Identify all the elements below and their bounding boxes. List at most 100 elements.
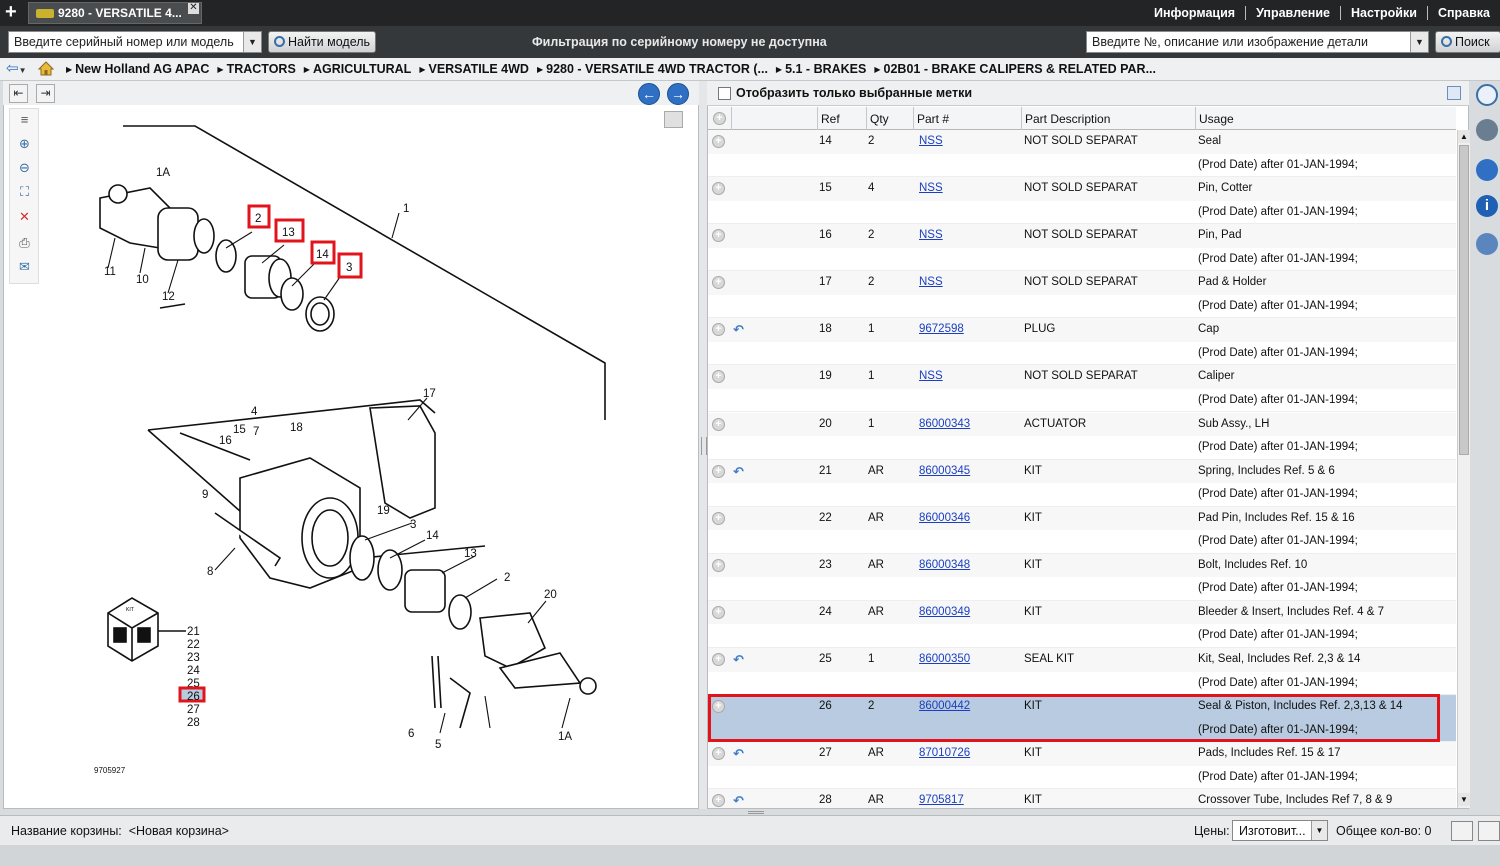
add-to-basket-icon[interactable]: +	[712, 558, 725, 572]
table-row-main[interactable]: +19 1 NSS NOT SOLD SEPARAT Caliper	[708, 365, 1456, 389]
find-model-button[interactable]: Найти модель	[268, 31, 377, 53]
part-number-link[interactable]: 87010726	[919, 747, 970, 759]
callout-label[interactable]: 1A	[558, 731, 572, 743]
column-settings-icon[interactable]	[1447, 86, 1461, 100]
callout-label[interactable]: 4	[251, 406, 258, 418]
add-to-basket-icon[interactable]: +	[712, 135, 725, 148]
add-to-basket-icon[interactable]: +	[712, 182, 725, 196]
add-to-basket-icon[interactable]: +	[712, 370, 725, 384]
callout-label[interactable]: 19	[377, 505, 390, 517]
table-row[interactable]: +24 AR 86000349 KIT Bleeder & Insert, Includ…	[708, 600, 1456, 648]
scroll-down-icon[interactable]: ▼	[1458, 793, 1470, 806]
callout-label[interactable]: 17	[423, 388, 436, 400]
breadcrumb-item[interactable]: AGRICULTURAL	[304, 62, 412, 76]
table-row-detail[interactable]: (Prod Date) after 01-JAN-1994;	[708, 153, 1456, 177]
add-to-basket-icon[interactable]: +	[712, 229, 725, 243]
fit-to-window-icon[interactable]: ⛶	[16, 184, 33, 200]
table-row[interactable]: + ↶ 27 AR 87010726 KIT Pads, Includes Ref. 15 …	[708, 742, 1456, 790]
callout-label[interactable]: 20	[544, 589, 557, 601]
kit-ref[interactable]: 22	[187, 639, 200, 651]
table-row-detail[interactable]: (Prod Date) after 01-JAN-1994;	[708, 200, 1456, 225]
next-diagram-button[interactable]: →	[667, 83, 689, 105]
table-row[interactable]: +20 1 86000343 ACTUATOR Sub Assy., LH (Prod D…	[708, 412, 1456, 460]
part-number-link[interactable]: 86000349	[919, 606, 970, 618]
kit-ref[interactable]: 28	[187, 717, 200, 729]
breadcrumb-item[interactable]: VERSATILE 4WD	[419, 62, 529, 76]
callout-label[interactable]: 12	[162, 291, 175, 303]
table-row[interactable]: + ↶ 21 AR 86000345 KIT Spring, Includes Ref. 5…	[708, 459, 1456, 507]
callout-label[interactable]: 13	[464, 548, 477, 560]
menu-settings[interactable]: Настройки	[1341, 6, 1427, 20]
column-header-part[interactable]: Part #	[913, 107, 1021, 130]
add-to-basket-icon[interactable]: +	[712, 511, 725, 525]
add-to-basket-icon[interactable]: +	[712, 417, 725, 431]
window-restore-icon[interactable]	[1451, 821, 1473, 841]
add-to-basket-icon[interactable]: +	[712, 323, 725, 337]
part-number-link[interactable]: 9705817	[919, 794, 964, 806]
add-to-basket-icon[interactable]: +	[712, 747, 725, 761]
part-number-link[interactable]: NSS	[919, 182, 943, 194]
add-to-basket-icon[interactable]: +	[712, 605, 725, 619]
table-row[interactable]: +19 1 NSS NOT SOLD SEPARAT Caliper (Prod Date…	[708, 365, 1456, 413]
price-select[interactable]: Изготовит... ▼	[1232, 820, 1328, 841]
search-button[interactable]: Поиск	[1435, 31, 1500, 53]
callout-label[interactable]: 3	[410, 519, 416, 531]
substitution-icon[interactable]: ↶	[733, 464, 744, 480]
window-maximize-icon[interactable]	[1478, 821, 1500, 841]
previous-diagram-button[interactable]: ←	[638, 83, 660, 105]
breadcrumb-item[interactable]: 9280 - VERSATILE 4WD TRACTOR (...	[537, 62, 768, 76]
add-all-icon[interactable]: +	[713, 112, 726, 125]
serial-input[interactable]: Введите серийный номер или модель ▼	[8, 31, 262, 53]
pane-splitter[interactable]	[699, 81, 707, 809]
callout-label-highlighted[interactable]: 2	[255, 213, 261, 225]
magnifier-icon[interactable]	[1476, 84, 1498, 106]
callout-label[interactable]: 10	[136, 274, 149, 286]
part-number-link[interactable]: 86000350	[919, 653, 970, 665]
callout-label[interactable]: 1	[403, 203, 409, 215]
kit-ref[interactable]: 21	[187, 626, 200, 638]
table-row[interactable]: + ↶ 25 1 86000350 SEAL KIT Kit, Seal, Includes…	[708, 648, 1456, 696]
clear-markers-icon[interactable]: ✕	[16, 209, 33, 225]
table-row-main[interactable]: +22 AR 86000346 KIT Pad Pin, Includes Ref. 1…	[708, 506, 1456, 531]
table-row-detail[interactable]: (Prod Date) after 01-JAN-1994;	[708, 671, 1456, 696]
document-tab[interactable]: 9280 - VERSATILE 4... ✕	[28, 2, 202, 24]
next-page-icon[interactable]: ⇥	[36, 84, 55, 103]
table-row-main[interactable]: +16 2 NSS NOT SOLD SEPARAT Pin, Pad	[708, 224, 1456, 248]
table-row-detail[interactable]: (Prod Date) after 01-JAN-1994;	[708, 294, 1456, 319]
table-row[interactable]: +15 4 NSS NOT SOLD SEPARAT Pin, Cotter (Prod …	[708, 177, 1456, 225]
basket-name[interactable]: <Новая корзина>	[129, 824, 229, 838]
globe-icon[interactable]	[1476, 159, 1498, 181]
part-search-input[interactable]: Введите №, описание или изображение дета…	[1086, 31, 1429, 53]
kit-ref[interactable]: 24	[187, 665, 200, 677]
part-number-link[interactable]: 86000348	[919, 559, 970, 571]
table-row-main[interactable]: +15 4 NSS NOT SOLD SEPARAT Pin, Cotter	[708, 177, 1456, 201]
zoom-in-icon[interactable]: ⊕	[16, 136, 33, 152]
part-number-link[interactable]: NSS	[919, 135, 943, 147]
callout-label[interactable]: 16	[219, 435, 232, 447]
substitution-icon[interactable]: ↶	[733, 793, 744, 808]
callout-label[interactable]: 7	[253, 426, 259, 438]
callout-label[interactable]: 18	[290, 422, 303, 434]
table-row-main[interactable]: + ↶ 28 AR 9705817 KIT Crossover Tube, Includes…	[708, 789, 1456, 808]
table-row-main[interactable]: +17 2 NSS NOT SOLD SEPARAT Pad & Holder	[708, 271, 1456, 295]
add-to-basket-icon[interactable]: +	[712, 653, 725, 667]
exploded-parts-diagram[interactable]: KIT 1A 11 10 12 1 17 4 15 16 7 18 9 19 8…	[40, 108, 690, 798]
add-to-basket-icon[interactable]: +	[712, 464, 725, 478]
callout-label[interactable]: 5	[435, 739, 441, 751]
breadcrumb-item[interactable]: 02B01 - BRAKE CALIPERS & RELATED PAR...	[874, 62, 1156, 76]
callout-label-highlighted[interactable]: 13	[282, 227, 295, 239]
callout-label[interactable]: 2	[504, 572, 510, 584]
table-row-main[interactable]: + ↶ 21 AR 86000345 KIT Spring, Includes Ref. 5…	[708, 459, 1456, 484]
part-number-link[interactable]: 86000345	[919, 465, 970, 477]
back-arrow-icon[interactable]: ⇦▼	[6, 61, 27, 78]
substitution-icon[interactable]: ↶	[733, 746, 744, 762]
table-row[interactable]: + ↶ 18 1 9672598 PLUG Cap (Prod Date) after 01-…	[708, 318, 1456, 366]
callout-label-highlighted[interactable]: 3	[346, 262, 352, 274]
substitution-icon[interactable]: ↶	[733, 322, 744, 338]
table-row-detail[interactable]: (Prod Date) after 01-JAN-1994;	[708, 765, 1456, 790]
table-row[interactable]: +23 AR 86000348 KIT Bolt, Includes Ref. 10 (P…	[708, 553, 1456, 601]
kit-ref-highlighted[interactable]: 26	[187, 691, 200, 703]
kit-ref[interactable]: 23	[187, 652, 200, 664]
callout-label[interactable]: 8	[207, 566, 213, 578]
callout-label[interactable]: 15	[233, 424, 246, 436]
